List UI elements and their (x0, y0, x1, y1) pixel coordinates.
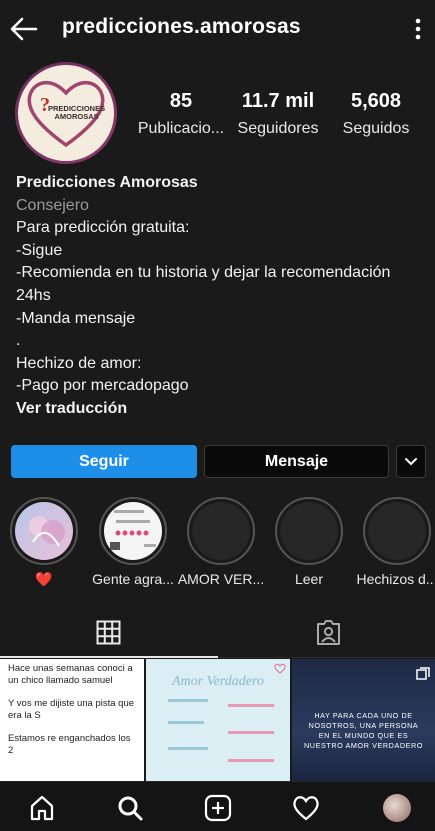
highlight-label: AMOR VER... (177, 571, 265, 587)
bio-line: -Pago por mercadopago (16, 377, 189, 395)
suggested-accounts-button[interactable] (396, 445, 426, 478)
profile-bio: Predicciones Amorosas Consejero Para pre… (16, 172, 421, 421)
post-thumbnail[interactable]: Amor Verdadero (146, 659, 290, 781)
heart-icon (274, 663, 286, 674)
follow-button[interactable]: Seguir (11, 445, 197, 478)
post-text: Estamos re enganchados los 2 (8, 733, 131, 756)
avatar-logo: ? PREDICCIONES AMOROSAS (18, 65, 114, 161)
highlight-gente[interactable]: Gente agra... (92, 497, 174, 587)
grid-icon[interactable] (96, 620, 121, 645)
profile-username: predicciones.amorosas (62, 15, 301, 38)
post-decoration (228, 731, 274, 734)
search-icon[interactable] (116, 794, 144, 822)
bio-line: -Manda mensaje (16, 309, 136, 327)
bio-line: -Sigue (16, 241, 63, 259)
highlight-hechizos[interactable]: Hechizos d... (357, 497, 435, 587)
bio-line: Para predicción gratuita: (16, 219, 190, 237)
post-decoration (228, 759, 274, 762)
stat-following-label: Seguidos (342, 120, 410, 137)
activity-heart-icon[interactable] (292, 794, 320, 822)
stat-following[interactable]: 5,608 Seguidos (336, 90, 416, 138)
highlight-amor-verdadero[interactable]: AMOR VER... (178, 497, 264, 587)
chevron-down-icon (405, 457, 417, 465)
profile-category: Consejero (16, 196, 89, 214)
bio-line: Hechizo de amor: (16, 354, 142, 372)
message-button[interactable]: Mensaje (204, 445, 389, 478)
post-decoration (168, 721, 204, 724)
profile-avatar-nav[interactable] (383, 794, 411, 822)
stat-posts-value: 85 (169, 90, 193, 112)
bottom-navigation (0, 781, 435, 831)
highlight-label: Hechizos d... (356, 571, 435, 587)
post-title: Amor Verdadero (172, 674, 264, 689)
active-tab-indicator (0, 656, 218, 658)
tagged-icon[interactable] (315, 619, 342, 646)
highlight-label: Leer (294, 571, 324, 587)
stat-posts-label: Publicacio... (137, 120, 225, 137)
post-thumbnail[interactable]: Hace unas semanas conoci a un chico llam… (0, 659, 144, 781)
highlight-leer[interactable]: Leer (275, 497, 343, 587)
post-thumbnail[interactable]: HAY PARA CADA UNO DE NOSOTROS, UNA PERSO… (292, 659, 435, 781)
post-decoration (228, 704, 274, 707)
profile-tabs (0, 608, 435, 658)
highlight-label: Gente agra... (92, 571, 174, 587)
post-decoration (168, 699, 208, 702)
post-decoration (168, 747, 208, 750)
stat-followers-value: 11.7 mil (241, 90, 315, 112)
more-options-icon[interactable] (410, 16, 426, 42)
top-bar: predicciones.amorosas (0, 0, 435, 58)
highlight-label: ❤️ (35, 571, 53, 587)
stat-followers[interactable]: 11.7 mil Seguidores (234, 90, 322, 138)
stat-following-value: 5,608 (350, 90, 402, 112)
stat-followers-label: Seguidores (237, 120, 319, 137)
back-arrow-icon[interactable] (8, 14, 40, 44)
highlight-cover-image (29, 516, 65, 547)
highlight-cover-image (110, 510, 156, 550)
translate-link[interactable]: Ver traducción (16, 398, 421, 421)
post-text: Hace unas semanas conoci a un chico llam… (8, 663, 133, 686)
bio-line: . (16, 332, 21, 350)
avatar-text-line2: AMOROSAS (54, 112, 99, 121)
new-post-icon[interactable] (204, 794, 232, 822)
highlight-heart[interactable]: ❤️ (10, 497, 78, 587)
stat-posts[interactable]: 85 Publicacio... (136, 90, 226, 138)
bio-line: -Recomienda en tu historia y dejar la re… (16, 264, 391, 304)
post-text: HAY PARA CADA UNO DE NOSOTROS, UNA PERSO… (303, 711, 424, 750)
profile-avatar[interactable]: ? PREDICCIONES AMOROSAS (15, 62, 117, 164)
profile-name: Predicciones Amorosas (16, 174, 198, 191)
home-icon[interactable] (28, 794, 56, 822)
post-text: Y vos me dijiste una pista que era la S (8, 698, 135, 721)
carousel-icon (416, 667, 430, 680)
